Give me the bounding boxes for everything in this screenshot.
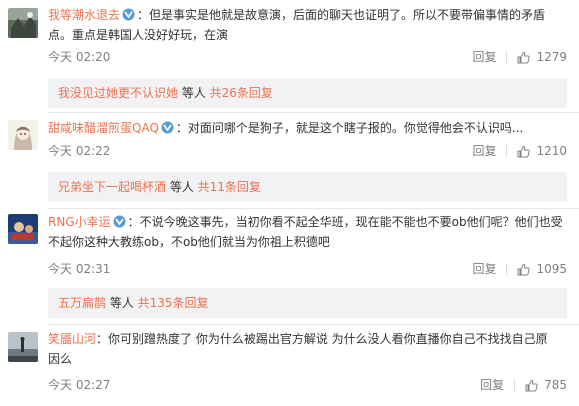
comment-meta: 今天 02:22 回复 1210 (48, 142, 567, 160)
comment-text: RNG小幸运 ：不说今晚这事先，当初你看不起全华班，现在能不能也不要ob他们呢？他… (48, 212, 567, 232)
divider (48, 208, 579, 209)
reply-username[interactable]: 兄弟坐下一起喝杯酒 (58, 180, 166, 194)
avatar[interactable] (8, 120, 38, 150)
thumbs-up-icon (517, 263, 531, 275)
reply-username[interactable]: 我没见过她更不认识她 (58, 86, 178, 100)
comment-text-line: ：对面问哪个是狗子，就是这个瞎子报的。你觉得他会不认识吗... (175, 121, 524, 135)
timestamp: 今天 02:22 (48, 144, 111, 158)
thumbs-up-icon (525, 379, 538, 391)
timestamp: 今天 02:27 (48, 378, 111, 392)
reply-button[interactable]: 回复 (472, 260, 496, 278)
divider (48, 324, 579, 325)
reply-summary-text: 等人 (166, 180, 198, 194)
like-count: 1210 (536, 144, 567, 158)
comment-body: 笑靥山河：你可别蹭热度了 你为什么被踢出官方解说 为什么没人看你直播你自己不找找… (48, 329, 567, 369)
avatar[interactable] (8, 8, 38, 38)
verified-badge-icon (122, 7, 135, 21)
reply-summary-text: 等人 (106, 296, 138, 310)
comment-text-line: ：不说今晚这事先，当初你看不起全华班，现在能不能也不要ob他们呢？他们也受 (127, 215, 563, 229)
reply-summary[interactable]: 我没见过她更不认识她 等人 共26条回复 (48, 78, 567, 108)
like-count: 1279 (536, 50, 567, 64)
comment-actions: 回复 1279 (472, 48, 567, 66)
like-count: 1095 (536, 262, 567, 276)
like-button[interactable]: 1210 (517, 142, 567, 160)
comment-meta: 今天 02:31 回复 1095 (48, 260, 567, 278)
comment-meta: 今天 02:27 回复 785 (48, 376, 567, 394)
divider (506, 145, 508, 157)
reply-count-link[interactable]: 共11条回复 (198, 180, 261, 194)
verified-badge-icon (161, 120, 174, 134)
verified-badge-icon (113, 214, 126, 228)
comment-text: 笑靥山河：你可别蹭热度了 你为什么被踢出官方解说 为什么没人看你直播你自己不找找… (48, 329, 567, 349)
comment-actions: 回复 785 (480, 376, 567, 394)
comment-text: 甜咸味醋溜煎蛋QAQ ：对面问哪个是狗子，就是这个瞎子报的。你觉得他会不认识吗..… (48, 118, 567, 138)
avatar[interactable] (8, 332, 38, 362)
divider (506, 51, 508, 63)
reply-button[interactable]: 回复 (480, 376, 504, 394)
comment-text-line: ：但是事实是他就是故意演，后面的聊天也证明了。所以不要带偏事情的矛盾 (137, 8, 546, 22)
divider (506, 263, 508, 275)
username-link[interactable]: RNG小幸运 (48, 215, 111, 229)
comment-feed: 我等潮水退去 ：但是事实是他就是故意演，后面的聊天也证明了。所以不要带偏事情的矛盾… (0, 0, 579, 406)
username-link[interactable]: 我等潮水退去 (48, 8, 120, 22)
divider (48, 112, 579, 113)
reply-count-link[interactable]: 共26条回复 (210, 86, 273, 100)
comment-text-line: ：你可别蹭热度了 你为什么被踢出官方解说 为什么没人看你直播你自己不找找自己原 (96, 332, 548, 346)
reply-summary[interactable]: 五万扁鹊 等人 共135条回复 (48, 288, 567, 318)
comment-body: 我等潮水退去 ：但是事实是他就是故意演，后面的聊天也证明了。所以不要带偏事情的矛盾… (48, 5, 567, 45)
like-button[interactable]: 1095 (517, 260, 567, 278)
comment-meta: 今天 02:20 回复 1279 (48, 48, 567, 66)
like-button[interactable]: 1279 (517, 48, 567, 66)
reply-summary-text: 等人 (178, 86, 210, 100)
reply-button[interactable]: 回复 (472, 142, 496, 160)
divider (514, 379, 516, 391)
reply-summary[interactable]: 兄弟坐下一起喝杯酒 等人 共11条回复 (48, 172, 567, 202)
avatar[interactable] (8, 214, 38, 244)
comment-text-line: 不起你这种大教练ob，不ob他们就当为你祖上积德吧 (48, 235, 330, 249)
timestamp: 今天 02:20 (48, 50, 111, 64)
comment-body: 甜咸味醋溜煎蛋QAQ ：对面问哪个是狗子，就是这个瞎子报的。你觉得他会不认识吗..… (48, 118, 567, 138)
timestamp: 今天 02:31 (48, 262, 111, 276)
comment-actions: 回复 1210 (472, 142, 567, 160)
reply-username[interactable]: 五万扁鹊 (58, 296, 106, 310)
comment-text: 我等潮水退去 ：但是事实是他就是故意演，后面的聊天也证明了。所以不要带偏事情的矛盾 (48, 5, 567, 25)
comment-actions: 回复 1095 (472, 260, 567, 278)
username-link[interactable]: 甜咸味醋溜煎蛋QAQ (48, 121, 159, 135)
username-link[interactable]: 笑靥山河 (48, 332, 96, 346)
thumbs-up-icon (517, 145, 531, 157)
like-count: 785 (544, 378, 567, 392)
reply-count-link[interactable]: 共135条回复 (138, 296, 209, 310)
comment-body: RNG小幸运 ：不说今晚这事先，当初你看不起全华班，现在能不能也不要ob他们呢？他… (48, 212, 567, 252)
reply-button[interactable]: 回复 (472, 48, 496, 66)
comment-text-line: 点。重点是韩国人没好好玩，在演 (48, 28, 229, 42)
thumbs-up-icon (517, 51, 531, 63)
comment-text-line: 因么 (48, 352, 73, 366)
like-button[interactable]: 785 (525, 376, 567, 394)
